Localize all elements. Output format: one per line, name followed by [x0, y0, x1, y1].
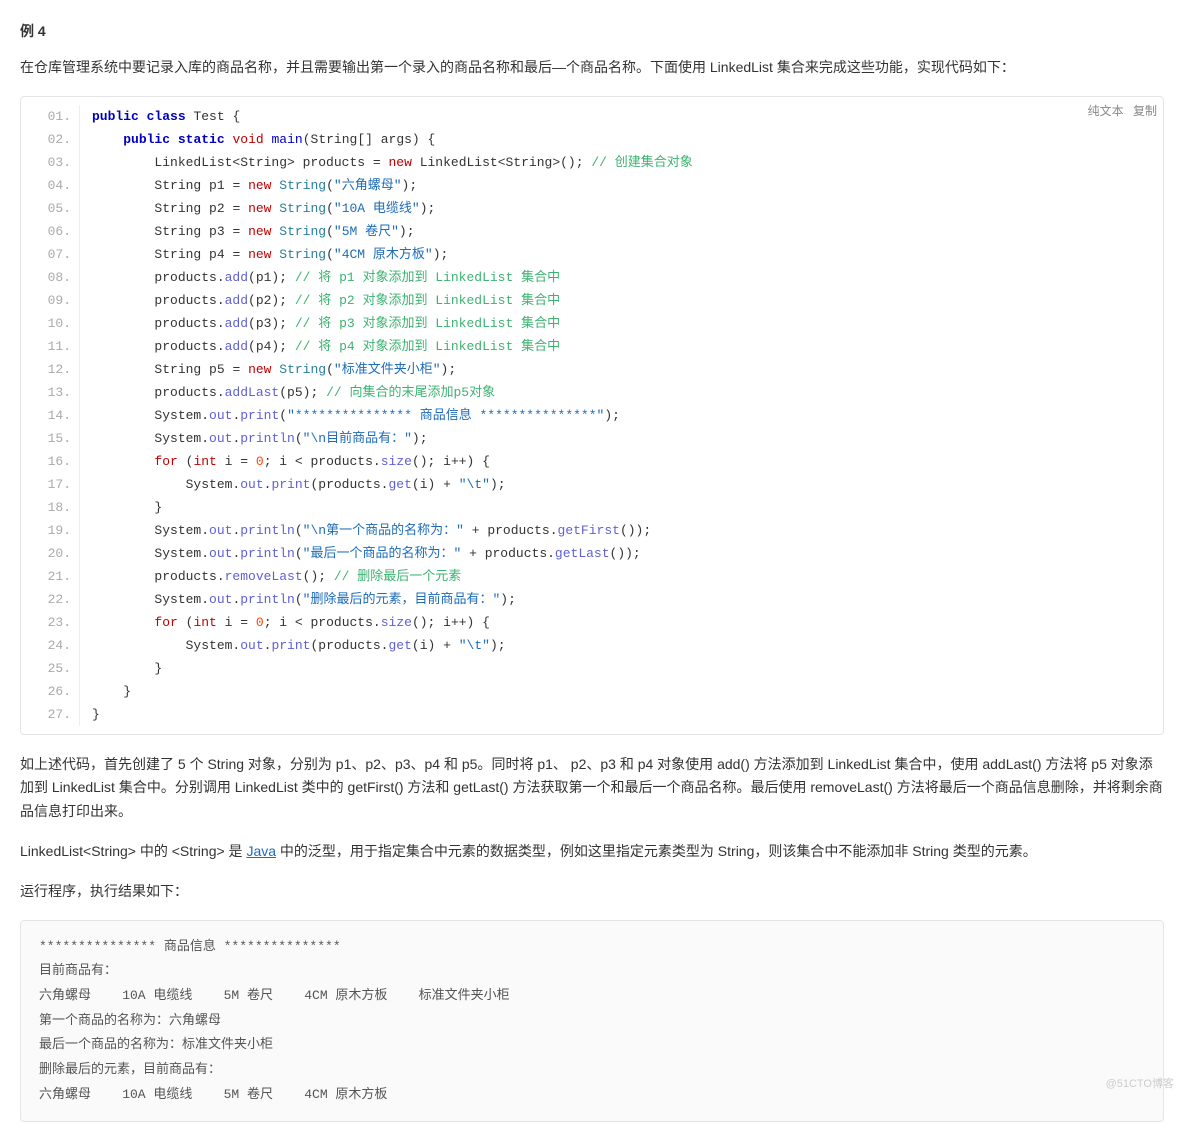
code-block: 纯文本 复制 010203040506070809101112131415161…: [20, 96, 1164, 735]
code-line: String p5 = new String("标准文件夹小柜");: [92, 358, 1163, 381]
code-line: String p3 = new String("5M 卷尺");: [92, 220, 1163, 243]
code-line: System.out.print(products.get(i) + "\t")…: [92, 634, 1163, 657]
result-label: 运行程序，执行结果如下：: [20, 880, 1164, 904]
code-line: products.add(p3); // 将 p3 对象添加到 LinkedLi…: [92, 312, 1163, 335]
code-line: String p2 = new String("10A 电缆线");: [92, 197, 1163, 220]
code-line: }: [92, 680, 1163, 703]
example-heading: 例 4: [20, 20, 1164, 44]
code-line: }: [92, 703, 1163, 726]
code-line: System.out.println("最后一个商品的名称为：" + produ…: [92, 542, 1163, 565]
intro-paragraph: 在仓库管理系统中要记录入库的商品名称，并且需要输出第一个录入的商品名称和最后—个…: [20, 56, 1164, 80]
code-line: products.add(p2); // 将 p2 对象添加到 LinkedLi…: [92, 289, 1163, 312]
code-line: System.out.println("\n目前商品有：");: [92, 427, 1163, 450]
code-line: public class Test {: [92, 105, 1163, 128]
code-line: for (int i = 0; i < products.size(); i++…: [92, 611, 1163, 634]
code-line: products.add(p4); // 将 p4 对象添加到 LinkedLi…: [92, 335, 1163, 358]
java-link[interactable]: Java: [246, 843, 276, 859]
code-line: String p4 = new String("4CM 原木方板");: [92, 243, 1163, 266]
output-block: *************** 商品信息 *************** 目前商…: [20, 920, 1164, 1123]
explanation-paragraph-1: 如上述代码，首先创建了 5 个 String 对象，分别为 p1、p2、p3、p…: [20, 753, 1164, 824]
line-number-gutter: 0102030405060708091011121314151617181920…: [21, 105, 80, 726]
code-line: public static void main(String[] args) {: [92, 128, 1163, 151]
code-line: System.out.print("*************** 商品信息 *…: [92, 404, 1163, 427]
code-line: products.add(p1); // 将 p1 对象添加到 LinkedLi…: [92, 266, 1163, 289]
para2-post: 中的泛型，用于指定集合中元素的数据类型，例如这里指定元素类型为 String，则…: [276, 843, 1037, 859]
code-line: products.addLast(p5); // 向集合的末尾添加p5对象: [92, 381, 1163, 404]
code-line: products.removeLast(); // 删除最后一个元素: [92, 565, 1163, 588]
explanation-paragraph-2: LinkedList<String> 中的 <String> 是 Java 中的…: [20, 840, 1164, 864]
copy-button[interactable]: 复制: [1133, 104, 1157, 118]
code-line: for (int i = 0; i < products.size(); i++…: [92, 450, 1163, 473]
code-line: System.out.println("删除最后的元素，目前商品有：");: [92, 588, 1163, 611]
para2-pre: LinkedList<String> 中的 <String> 是: [20, 843, 246, 859]
code-line: }: [92, 496, 1163, 519]
code-line: LinkedList<String> products = new Linked…: [92, 151, 1163, 174]
watermark: @51CTO博客: [1106, 1075, 1174, 1094]
code-lines: public class Test { public static void m…: [80, 105, 1163, 726]
code-line: System.out.print(products.get(i) + "\t")…: [92, 473, 1163, 496]
plaintext-button[interactable]: 纯文本: [1088, 104, 1124, 118]
code-toolbar: 纯文本 复制: [1082, 101, 1157, 121]
code-line: }: [92, 657, 1163, 680]
code-line: String p1 = new String("六角螺母");: [92, 174, 1163, 197]
code-line: System.out.println("\n第一个商品的名称为：" + prod…: [92, 519, 1163, 542]
